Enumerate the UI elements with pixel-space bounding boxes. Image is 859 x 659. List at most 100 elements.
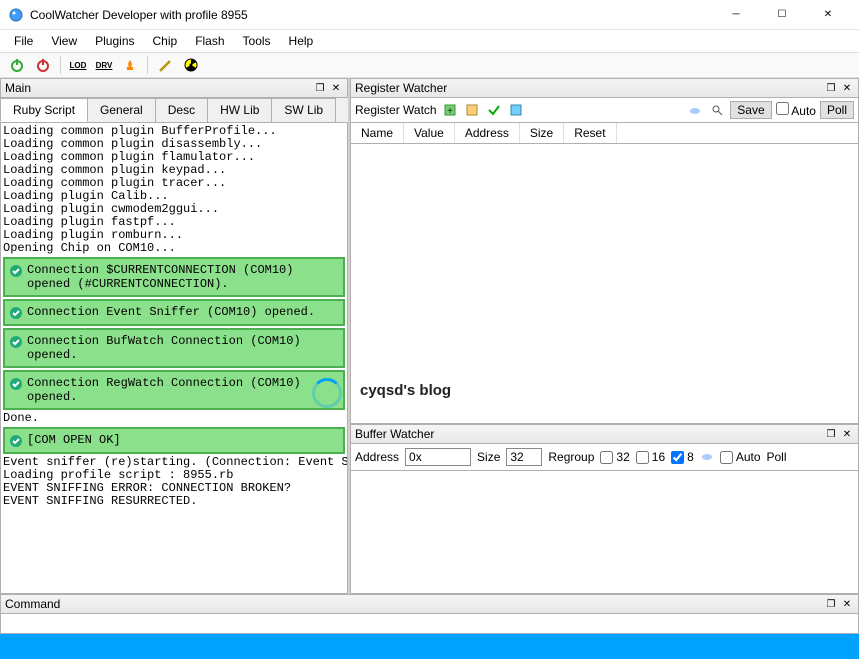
undock-icon[interactable]: ❐ [824,427,838,441]
success-icon [9,335,23,349]
auto-checkbox[interactable]: Auto [776,102,816,118]
command-panel-title: Command [5,597,822,611]
regroup-32[interactable]: 32 [600,450,629,464]
cloud-icon[interactable] [700,449,714,466]
col-size[interactable]: Size [520,123,564,143]
poll-button[interactable]: Poll [820,101,854,119]
regroup-label: Regroup [548,450,594,464]
address-input[interactable] [405,448,471,466]
main-panel-header: Main ❐ ✕ [0,78,348,98]
tab-hw-lib[interactable]: HW Lib [207,98,272,122]
status-text: Connection $CURRENTCONNECTION (COM10) op… [27,263,339,291]
menu-view[interactable]: View [43,32,85,50]
buffer-poll-button[interactable]: Poll [767,450,787,464]
success-icon [9,377,23,391]
radiation-icon[interactable] [180,54,202,76]
command-panel-header: Command ❐ ✕ [0,594,859,614]
menu-tools[interactable]: Tools [235,32,279,50]
log-output[interactable]: Loading common plugin BufferProfile...Lo… [0,123,348,594]
bottom-strip [0,634,859,659]
tab-sw-lib[interactable]: SW Lib [271,98,336,122]
main-panel: Main ❐ ✕ Ruby Script General Desc HW Lib… [0,78,350,594]
edit-icon[interactable] [463,101,481,119]
main-toolbar: LOD DRV [0,52,859,78]
power-off-icon[interactable] [32,54,54,76]
status-box: Connection Event Sniffer (COM10) opened. [3,299,345,326]
undock-icon[interactable]: ❐ [824,597,838,611]
tab-desc[interactable]: Desc [155,98,208,122]
menubar: File View Plugins Chip Flash Tools Help [0,30,859,52]
brush-icon[interactable] [154,54,176,76]
save-button[interactable]: Save [730,101,771,119]
success-icon [9,306,23,320]
status-box: Connection BufWatch Connection (COM10) o… [3,328,345,368]
regroup-16[interactable]: 16 [636,450,665,464]
buffer-toolbar: Address Size Regroup 32 16 8 Auto Poll [350,444,859,471]
menu-file[interactable]: File [6,32,41,50]
menu-plugins[interactable]: Plugins [87,32,142,50]
maximize-button[interactable]: ☐ [759,0,805,30]
menu-help[interactable]: Help [281,32,322,50]
panel-close-icon[interactable]: ✕ [840,427,854,441]
command-input[interactable] [0,614,859,634]
status-box: Connection $CURRENTCONNECTION (COM10) op… [3,257,345,297]
address-label: Address [355,450,399,464]
minimize-button[interactable]: ─ [713,0,759,30]
refresh-icon[interactable] [507,101,525,119]
buffer-auto-checkbox[interactable]: Auto [720,450,761,464]
col-address[interactable]: Address [455,123,520,143]
register-panel-title: Register Watcher [355,81,822,95]
tab-ruby-script[interactable]: Ruby Script [0,98,88,122]
buffer-body[interactable] [350,471,859,594]
log-line: Opening Chip on COM10... [3,242,345,255]
success-icon [9,434,23,448]
buffer-panel-title: Buffer Watcher [355,427,822,441]
status-box: [COM OPEN OK] [3,427,345,454]
right-column: Register Watcher ❐ ✕ Register Watch + Sa… [350,78,859,594]
col-value[interactable]: Value [404,123,455,143]
status-box: Connection RegWatch Connection (COM10) o… [3,370,345,410]
command-panel: Command ❐ ✕ [0,594,859,634]
col-name[interactable]: Name [351,123,404,143]
close-button[interactable]: ✕ [805,0,851,30]
undock-icon[interactable]: ❐ [824,81,838,95]
power-on-icon[interactable] [6,54,28,76]
cloud-icon[interactable] [686,101,704,119]
buffer-panel: Buffer Watcher ❐ ✕ Address Size Regroup … [350,424,859,594]
success-icon [9,264,23,278]
main-panel-title: Main [5,81,311,95]
titlebar: CoolWatcher Developer with profile 8955 … [0,0,859,30]
workspace: Main ❐ ✕ Ruby Script General Desc HW Lib… [0,78,859,594]
lod-icon[interactable]: LOD [67,54,89,76]
panel-close-icon[interactable]: ✕ [840,81,854,95]
status-text: Connection Event Sniffer (COM10) opened. [27,305,315,319]
register-panel-header: Register Watcher ❐ ✕ [350,78,859,98]
size-input[interactable] [506,448,542,466]
add-icon[interactable]: + [441,101,459,119]
search-icon[interactable] [708,101,726,119]
buffer-panel-header: Buffer Watcher ❐ ✕ [350,424,859,444]
window-title: CoolWatcher Developer with profile 8955 [30,8,713,22]
tab-general[interactable]: General [87,98,156,122]
check-icon[interactable] [485,101,503,119]
status-text: Connection RegWatch Connection (COM10) o… [27,376,339,404]
regroup-8[interactable]: 8 [671,450,694,464]
log-line: Done. [3,412,345,425]
register-toolbar: Register Watch + Save Auto Poll [350,98,859,123]
drv-icon[interactable]: DRV [93,54,115,76]
status-text: Connection BufWatch Connection (COM10) o… [27,334,339,362]
size-label: Size [477,450,500,464]
register-table-body[interactable] [350,144,859,424]
fire-icon[interactable] [119,54,141,76]
col-reset[interactable]: Reset [564,123,616,143]
main-tabs: Ruby Script General Desc HW Lib SW Lib [0,98,348,123]
status-text: [COM OPEN OK] [27,433,121,447]
toolbar-separator [60,56,61,74]
svg-text:+: + [447,106,453,117]
menu-flash[interactable]: Flash [187,32,232,50]
undock-icon[interactable]: ❐ [313,81,327,95]
menu-chip[interactable]: Chip [145,32,186,50]
app-icon [8,7,24,23]
panel-close-icon[interactable]: ✕ [840,597,854,611]
panel-close-icon[interactable]: ✕ [329,81,343,95]
